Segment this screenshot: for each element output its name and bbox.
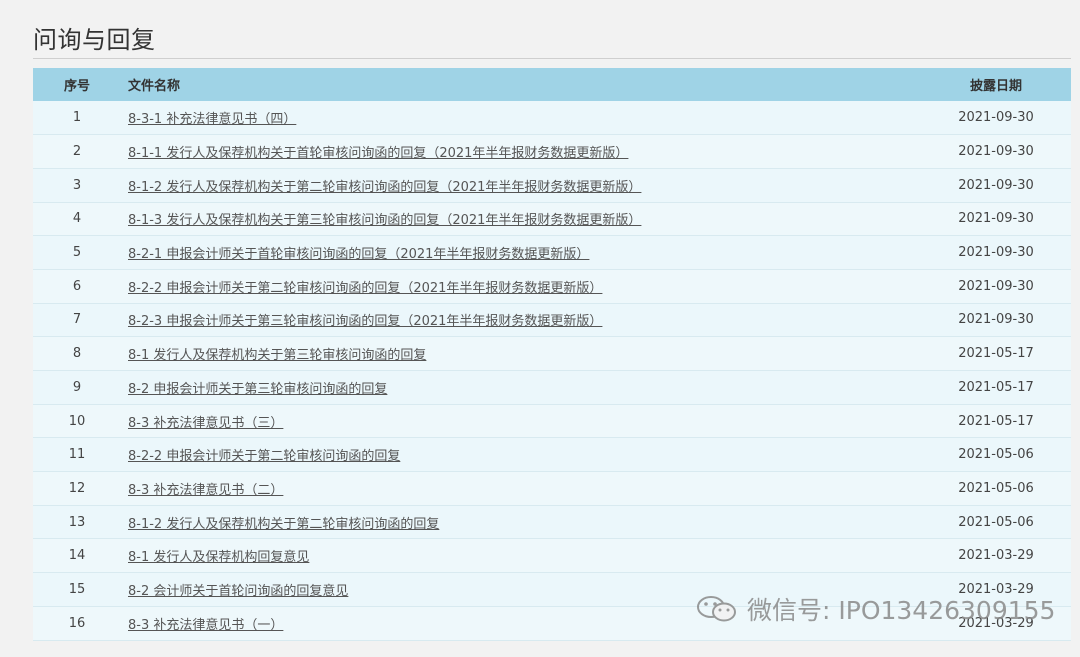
table-row: 13 8-1-2 发行人及保荐机构关于第二轮审核问询函的回复 2021-05-0…	[33, 505, 1071, 539]
document-link[interactable]: 8-1 发行人及保荐机构关于第三轮审核问询函的回复	[128, 348, 426, 363]
row-number: 2	[72, 144, 82, 160]
table-row: 16 8-3 补充法律意见书（一） 2021-03-29	[33, 606, 1071, 640]
table-row: 14 8-1 发行人及保荐机构回复意见 2021-03-29	[33, 538, 1071, 573]
disclosure-date: 2021-03-29	[958, 615, 1034, 631]
document-link[interactable]: 8-2 会计师关于首轮问询函的回复意见	[128, 584, 348, 599]
table-row: 5 8-2-1 申报会计师关于首轮审核问询函的回复（2021年半年报财务数据更新…	[33, 235, 1071, 270]
table-row: 2 8-1-1 发行人及保荐机构关于首轮审核问询函的回复（2021年半年报财务数…	[33, 134, 1071, 169]
table-row: 7 8-2-3 申报会计师关于第三轮审核问询函的回复（2021年半年报财务数据更…	[33, 303, 1071, 337]
document-link[interactable]: 8-1-2 发行人及保荐机构关于第二轮审核问询函的回复（2021年半年报财务数据…	[128, 180, 641, 195]
row-number: 13	[68, 514, 86, 530]
row-number: 3	[72, 177, 82, 193]
row-number: 16	[68, 615, 86, 631]
row-number: 7	[72, 312, 82, 328]
disclosure-date: 2021-05-17	[958, 413, 1034, 429]
table-row: 15 8-2 会计师关于首轮问询函的回复意见 2021-03-29	[33, 572, 1071, 607]
disclosure-date: 2021-09-30	[958, 144, 1034, 160]
header-name: 文件名称	[128, 79, 181, 94]
disclosure-date: 2021-09-30	[958, 110, 1034, 126]
title-divider	[33, 58, 1071, 59]
document-link[interactable]: 8-1-1 发行人及保荐机构关于首轮审核问询函的回复（2021年半年报财务数据更…	[128, 146, 628, 161]
disclosure-date: 2021-09-30	[958, 211, 1034, 227]
row-number: 10	[68, 413, 86, 429]
disclosure-date: 2021-09-30	[958, 312, 1034, 328]
document-link[interactable]: 8-2-2 申报会计师关于第二轮审核问询函的回复	[128, 449, 400, 464]
row-number: 14	[68, 548, 86, 564]
table-header-row: 序号 文件名称 披露日期	[33, 68, 1071, 101]
disclosure-date: 2021-05-17	[958, 346, 1034, 362]
disclosure-date: 2021-09-30	[958, 177, 1034, 193]
document-link[interactable]: 8-1 发行人及保荐机构回复意见	[128, 550, 309, 565]
row-number: 5	[72, 245, 82, 261]
header-date: 披露日期	[969, 79, 1022, 94]
row-number: 9	[72, 379, 82, 395]
table-row: 8 8-1 发行人及保荐机构关于第三轮审核问询函的回复 2021-05-17	[33, 336, 1071, 371]
table-row: 10 8-3 补充法律意见书（三） 2021-05-17	[33, 404, 1071, 438]
row-number: 1	[72, 110, 82, 126]
document-link[interactable]: 8-1-2 发行人及保荐机构关于第二轮审核问询函的回复	[128, 517, 439, 532]
table-row: 1 8-3-1 补充法律意见书（四） 2021-09-30	[33, 101, 1071, 135]
table-row: 12 8-3 补充法律意见书（二） 2021-05-06	[33, 471, 1071, 506]
table-row: 11 8-2-2 申报会计师关于第二轮审核问询函的回复 2021-05-06	[33, 437, 1071, 472]
document-link[interactable]: 8-2-2 申报会计师关于第二轮审核问询函的回复（2021年半年报财务数据更新版…	[128, 281, 602, 296]
row-number: 6	[72, 278, 82, 294]
document-link[interactable]: 8-2-3 申报会计师关于第三轮审核问询函的回复（2021年半年报财务数据更新版…	[128, 314, 602, 329]
disclosure-date: 2021-09-30	[958, 245, 1034, 261]
table-row: 4 8-1-3 发行人及保荐机构关于第三轮审核问询函的回复（2021年半年报财务…	[33, 202, 1071, 236]
table-row: 9 8-2 申报会计师关于第三轮审核问询函的回复 2021-05-17	[33, 370, 1071, 405]
row-number: 8	[72, 346, 82, 362]
document-link[interactable]: 8-3 补充法律意见书（三）	[128, 416, 283, 431]
disclosure-date: 2021-05-06	[958, 514, 1034, 530]
header-no: 序号	[63, 79, 90, 94]
section-title: 问询与回复	[33, 26, 156, 54]
disclosure-date: 2021-05-06	[958, 447, 1034, 463]
document-link[interactable]: 8-3 补充法律意见书（一）	[128, 618, 283, 633]
table-row: 3 8-1-2 发行人及保荐机构关于第二轮审核问询函的回复（2021年半年报财务…	[33, 168, 1071, 203]
disclosure-date: 2021-05-17	[958, 379, 1034, 395]
inquiry-table: 序号 文件名称 披露日期 1 8-3-1 补充法律意见书（四） 2021-09-…	[33, 68, 1071, 641]
disclosure-date: 2021-03-29	[958, 581, 1034, 597]
disclosure-date: 2021-03-29	[958, 548, 1034, 564]
disclosure-date: 2021-05-06	[958, 480, 1034, 496]
disclosure-page: 问询与回复 序号 文件名称 披露日期 1 8-3-1 补充法律意见书（四） 20…	[0, 0, 1080, 657]
table-row: 6 8-2-2 申报会计师关于第二轮审核问询函的回复（2021年半年报财务数据更…	[33, 269, 1071, 304]
row-number: 4	[72, 211, 82, 227]
disclosure-date: 2021-09-30	[958, 278, 1034, 294]
row-number: 12	[68, 480, 86, 496]
document-link[interactable]: 8-2 申报会计师关于第三轮审核问询函的回复	[128, 382, 387, 397]
inquiry-table-container: 序号 文件名称 披露日期 1 8-3-1 补充法律意见书（四） 2021-09-…	[33, 68, 1071, 641]
row-number: 15	[68, 581, 86, 597]
document-link[interactable]: 8-3 补充法律意见书（二）	[128, 483, 283, 498]
document-link[interactable]: 8-2-1 申报会计师关于首轮审核问询函的回复（2021年半年报财务数据更新版）	[128, 247, 589, 262]
document-link[interactable]: 8-3-1 补充法律意见书（四）	[128, 112, 296, 127]
document-link[interactable]: 8-1-3 发行人及保荐机构关于第三轮审核问询函的回复（2021年半年报财务数据…	[128, 213, 641, 228]
row-number: 11	[68, 447, 86, 463]
